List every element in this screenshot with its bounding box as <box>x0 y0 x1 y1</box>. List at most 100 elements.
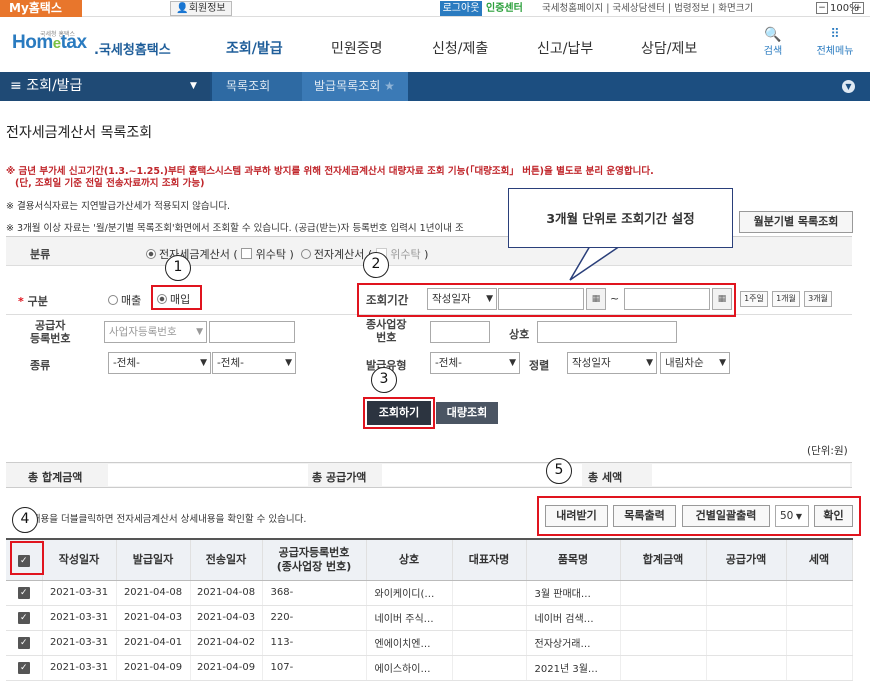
sort-order-select[interactable]: 내림차순 ▼ <box>660 352 730 374</box>
division-buy-label: 매입 <box>170 293 191 306</box>
col-item[interactable]: 품목명 <box>526 538 621 581</box>
supply-amount-label: 총 공급가액 <box>312 471 367 484</box>
col-written-date[interactable]: 작성일자 <box>42 538 117 581</box>
period-tilde: ~ <box>610 292 620 305</box>
cell-sent: 2021-04-03 <box>190 605 263 631</box>
division-buy-radio[interactable] <box>157 294 167 304</box>
logout-button[interactable]: 로그아웃 <box>440 1 482 16</box>
star-icon[interactable]: ★ <box>384 79 395 93</box>
quick-3month-button[interactable]: 3개월 <box>804 291 832 307</box>
double-click-hint: 된 내용을 더블클릭하면 전자세금계산서 상세내용을 확인할 수 있습니다. <box>20 514 307 525</box>
row-checkbox[interactable]: ✓ <box>17 611 30 624</box>
zoom-in-button[interactable]: + <box>852 2 864 14</box>
col-representative[interactable]: 대표자명 <box>452 538 527 581</box>
print-each-button[interactable]: 건별일괄출력 <box>682 505 770 527</box>
table-row[interactable]: ✓ 2021-03-31 2021-04-01 2021-04-02 113- 엔에이치엔… <box>6 630 853 656</box>
table-row[interactable]: ✓ 2021-03-31 2021-04-09 2021-04-09 107- 에이스하이… <box>6 655 853 681</box>
quick-1month-button[interactable]: 1개월 <box>772 291 800 307</box>
category-etax-radio[interactable] <box>146 249 156 259</box>
breadcrumb-issue-list[interactable]: 발급목록조회 ★ <box>302 72 408 101</box>
row-checkbox[interactable]: ✓ <box>17 636 30 649</box>
supplier-label: 공급자 등록번호 <box>30 319 70 345</box>
division-sale-label: 매출 <box>121 294 142 307</box>
consign-checkbox-1[interactable] <box>241 248 253 259</box>
col-supply[interactable]: 공급가액 <box>706 538 787 581</box>
zoom-out-button[interactable]: − <box>816 2 828 14</box>
quick-1week-button[interactable]: 1주일 <box>740 291 768 307</box>
bulk-query-button[interactable]: 대량조회 <box>436 402 498 424</box>
col-send-date[interactable]: 전송일자 <box>190 538 263 581</box>
menu-consult-report[interactable]: 상담/제보 <box>641 38 697 58</box>
kind-value-2: -전체- <box>217 357 244 369</box>
hometax-logo[interactable]: 국세청 홈택스 Hometax .국세청홈택스 <box>12 24 172 64</box>
col-supplier-reg-line2: (종사업장 번호) <box>276 559 352 573</box>
kind-select-2[interactable]: -전체- ▼ <box>212 352 296 374</box>
my-hometax-link[interactable]: My홈택스 <box>0 0 82 17</box>
supplier-label-line2: 등록번호 <box>30 332 71 345</box>
search-button[interactable]: 🔍 검색 <box>758 28 788 57</box>
cell-total <box>620 630 707 656</box>
menu-application[interactable]: 신청/제출 <box>432 38 488 58</box>
all-menu-button[interactable]: ⠿ 전체메뉴 <box>810 28 860 58</box>
col-total[interactable]: 합계금액 <box>620 538 707 581</box>
period-start-input[interactable] <box>498 288 584 310</box>
branch-label-line1: 종사업장 <box>366 318 407 331</box>
kind-value-1: -전체- <box>113 357 140 369</box>
query-button[interactable]: 조회하기 <box>367 401 431 425</box>
col-tax[interactable]: 세액 <box>786 538 853 581</box>
calendar-icon[interactable]: ▦ <box>586 288 606 310</box>
unit-label: (단위:원) <box>807 445 848 457</box>
download-button[interactable]: 내려받기 <box>545 505 608 527</box>
paren-close-2: ) <box>424 248 429 261</box>
company-input[interactable] <box>537 321 677 343</box>
auth-center-link[interactable]: 인증센터 <box>486 1 523 16</box>
print-list-button[interactable]: 목록출력 <box>613 505 676 527</box>
menu-certificates[interactable]: 민원증명 <box>331 38 383 58</box>
table-row[interactable]: ✓ 2021-03-31 2021-04-08 2021-04-08 368- 와이케이디… <box>6 580 853 606</box>
col-company[interactable]: 상호 <box>366 538 453 581</box>
period-end-input[interactable] <box>624 288 710 310</box>
utility-links[interactable]: 국세청홈페이지 | 국세상담센터 | 법령정보 | 화면크기 <box>542 1 753 16</box>
search-icon: 🔍 <box>764 27 782 43</box>
cell-item: 3월 판매대… <box>526 580 621 606</box>
confirm-button[interactable]: 확인 <box>814 505 853 527</box>
cell-company: 와이케이디(… <box>366 580 453 606</box>
row-checkbox[interactable]: ✓ <box>17 661 30 674</box>
row-checkbox[interactable]: ✓ <box>17 586 30 599</box>
sort-field-select[interactable]: 작성일자 ▼ <box>567 352 657 374</box>
supplier-type-select[interactable]: 사업자등록번호 ▼ <box>104 321 207 343</box>
nav-section-selector[interactable]: ≡ 조회/발급 ▼ <box>0 72 210 101</box>
col-supplier-reg[interactable]: 공급자등록번호 (종사업장 번호) <box>262 538 367 581</box>
notice-bulk-query: ※ 금년 부가세 신고기간(1.3.~1.25.)부터 홈택스시스템 과부하 방… <box>6 166 654 190</box>
notice-bulk-line1: ※ 금년 부가세 신고기간(1.3.~1.25.)부터 홈택스시스템 과부하 방… <box>6 166 654 177</box>
cell-company: 에이스하이… <box>366 655 453 681</box>
menu-report-payment[interactable]: 신고/납부 <box>537 38 593 58</box>
member-info-button[interactable]: 👤회원정보 <box>170 1 232 16</box>
chevron-down-icon: ▼ <box>200 358 207 368</box>
chevron-down-icon: ▼ <box>509 358 516 368</box>
col-issue-date[interactable]: 발급일자 <box>116 538 191 581</box>
category-einvoice-radio[interactable] <box>300 249 311 259</box>
monthly-list-button[interactable]: 월분기별 목록조회 <box>739 211 853 233</box>
logo-subtitle: .국세청홈택스 <box>94 43 171 58</box>
division-buy-option[interactable]: 매입 <box>157 291 190 307</box>
consign-label-2: 위수탁 <box>390 248 421 261</box>
calendar-icon[interactable]: ▦ <box>712 288 732 310</box>
division-sale-option[interactable]: 매출 <box>108 292 141 308</box>
member-info-label: 회원정보 <box>188 3 226 14</box>
branch-number-input[interactable] <box>430 321 490 343</box>
period-callout: 3개월 단위로 조회기간 설정 <box>508 188 733 248</box>
page-size-select[interactable]: 50 ▼ <box>775 505 809 527</box>
menu-inquiry-issue[interactable]: 조회/발급 <box>226 38 283 58</box>
supplier-number-input[interactable] <box>209 321 295 343</box>
row-select-cell: ✓ <box>6 655 43 681</box>
annotation-1: 1 <box>165 255 191 281</box>
chevron-down-icon: ▼ <box>190 81 197 91</box>
kind-select-1[interactable]: -전체- ▼ <box>108 352 211 374</box>
chevron-down-circle-icon[interactable]: ▼ <box>842 80 855 93</box>
table-row[interactable]: ✓ 2021-03-31 2021-04-03 2021-04-03 220- 네이버 주… <box>6 605 853 631</box>
period-type-select[interactable]: 작성일자 ▼ <box>427 288 497 310</box>
breadcrumb-list-inquiry[interactable]: 목록조회 <box>212 72 302 101</box>
issue-type-select[interactable]: -전체- ▼ <box>430 352 520 374</box>
division-sale-radio[interactable] <box>108 295 118 305</box>
